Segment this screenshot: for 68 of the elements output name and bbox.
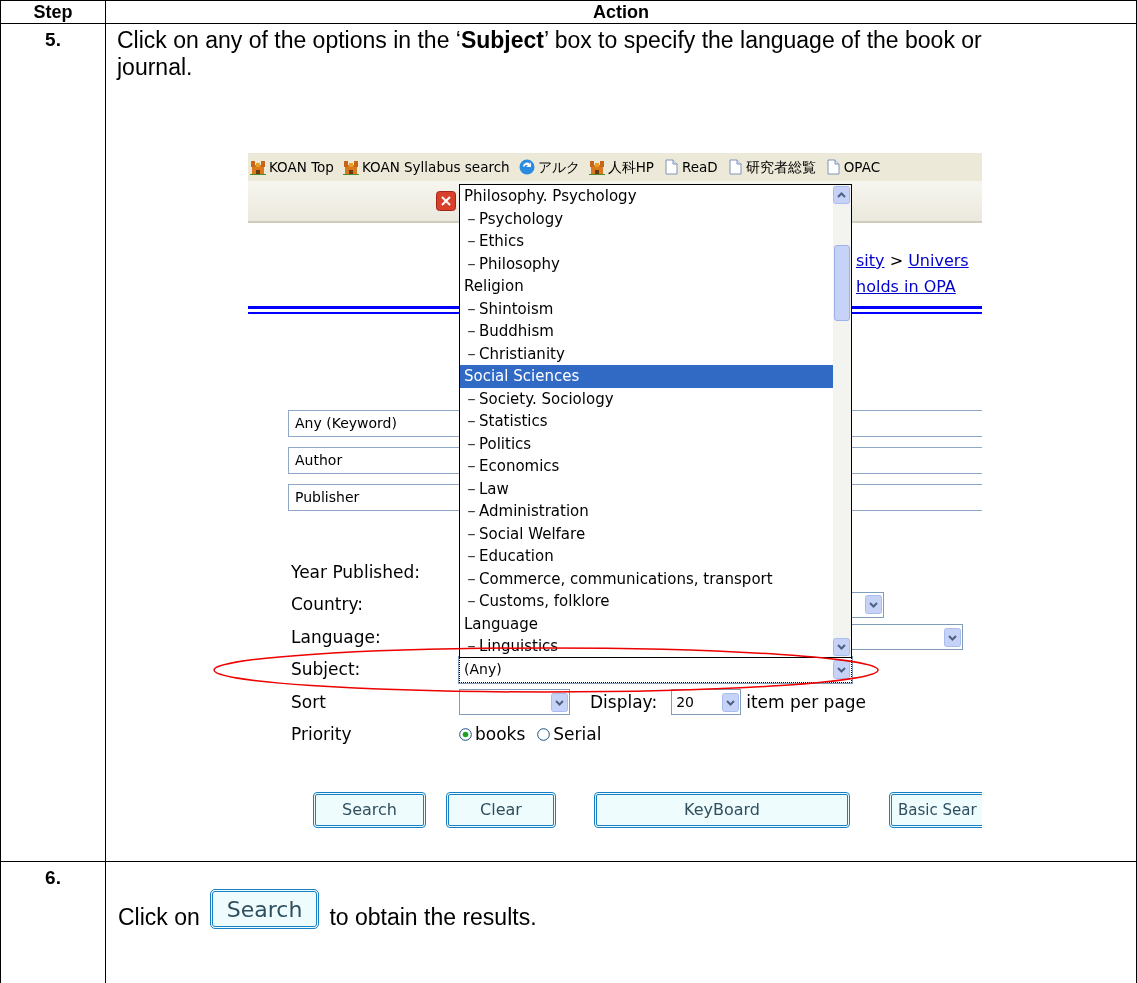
form-button[interactable]: Basic Sear (889, 792, 982, 828)
scroll-down-icon (833, 638, 850, 656)
list-option[interactable]: －Society. Sociology (460, 387, 833, 410)
bookmark-link[interactable]: 研究者総覧 (726, 156, 816, 178)
bookmark-link[interactable]: OPAC (824, 156, 881, 178)
list-option[interactable]: Social Sciences (460, 365, 833, 388)
step-number: 6. (45, 867, 61, 888)
radio-button[interactable]: Serial (537, 722, 602, 748)
display-dropdown[interactable]: 20 (671, 689, 742, 716)
bookmark-link[interactable]: 人科HP (588, 156, 654, 178)
refresh-icon (518, 159, 535, 175)
form-button[interactable]: Search (313, 792, 426, 828)
list-option[interactable]: －Psychology (460, 207, 833, 230)
list-option[interactable]: －Social Welfare (460, 522, 833, 545)
column-header: Step (0, 0, 106, 24)
field-label: item per page (746, 690, 867, 714)
breadcrumb-link[interactable]: sity (856, 251, 885, 270)
list-option[interactable]: －Philosophy (460, 252, 833, 275)
list-option[interactable]: －Commerce, communications, transport (460, 567, 833, 590)
column-header: Action (105, 0, 1137, 24)
scrollbar[interactable] (833, 185, 851, 657)
breadcrumb-link[interactable]: Univers (908, 251, 969, 270)
form-button[interactable]: Clear (446, 792, 556, 828)
field-label: Priority (291, 723, 353, 746)
search-button[interactable]: Search (209, 889, 320, 929)
breadcrumb-separator: > (889, 251, 904, 270)
bookmark-link[interactable]: KOAN Top (250, 156, 334, 178)
field-label: Country: (291, 593, 365, 616)
list-option[interactable]: －Law (460, 477, 833, 500)
instruction-text: Click on (118, 903, 200, 930)
bookmark-link[interactable]: アルク (518, 156, 580, 178)
list-option[interactable]: －Economics (460, 455, 833, 478)
breadcrumb-link[interactable]: holds in OPA (856, 277, 956, 296)
sort-dropdown[interactable] (459, 689, 570, 716)
instruction-text: Click on any of the options in the ‘Subject’ box to specify the language of the book or journal. (115, 26, 983, 81)
page-icon (663, 159, 679, 175)
bookmark-link[interactable]: KOAN Syllabus search (342, 156, 510, 178)
list-option[interactable]: －Buddhism (460, 320, 833, 343)
list-option[interactable]: －Statistics (460, 410, 833, 433)
list-option[interactable]: Religion (460, 275, 833, 298)
field-label: Display: (590, 690, 658, 714)
instruction-text: to obtain the results. (329, 903, 537, 930)
radio-button[interactable]: books (459, 722, 526, 748)
field-label: Year Published: (291, 560, 421, 584)
list-option[interactable]: －Customs, folklore (460, 590, 833, 613)
field-label: Sort (291, 690, 327, 714)
list-option[interactable]: －Politics (460, 432, 833, 455)
list-option[interactable]: Language (460, 612, 833, 635)
list-option[interactable]: －Shintoism (460, 297, 833, 320)
scroll-up-icon (833, 186, 850, 204)
page-icon (824, 159, 841, 175)
list-option[interactable]: －Ethics (460, 230, 833, 253)
list-option[interactable]: －Christianity (460, 342, 833, 365)
castle-icon (250, 159, 266, 175)
form-button[interactable]: KeyBoard (594, 792, 850, 828)
close-icon[interactable] (436, 191, 456, 211)
field-label: Subject: (291, 658, 362, 681)
page-icon (726, 159, 743, 175)
field-label: Language: (291, 625, 382, 649)
subject-dropdown[interactable]: (Any) (459, 656, 852, 683)
scroll-thumb[interactable] (834, 245, 850, 321)
bookmark-link[interactable]: ReaD (663, 156, 718, 178)
list-option[interactable]: Philosophy. Psychology (460, 185, 833, 208)
list-option[interactable]: －Administration (460, 500, 833, 523)
castle-icon (588, 159, 605, 175)
castle-icon (342, 159, 359, 175)
list-option[interactable]: －Education (460, 545, 833, 568)
step-number: 5. (45, 29, 61, 50)
